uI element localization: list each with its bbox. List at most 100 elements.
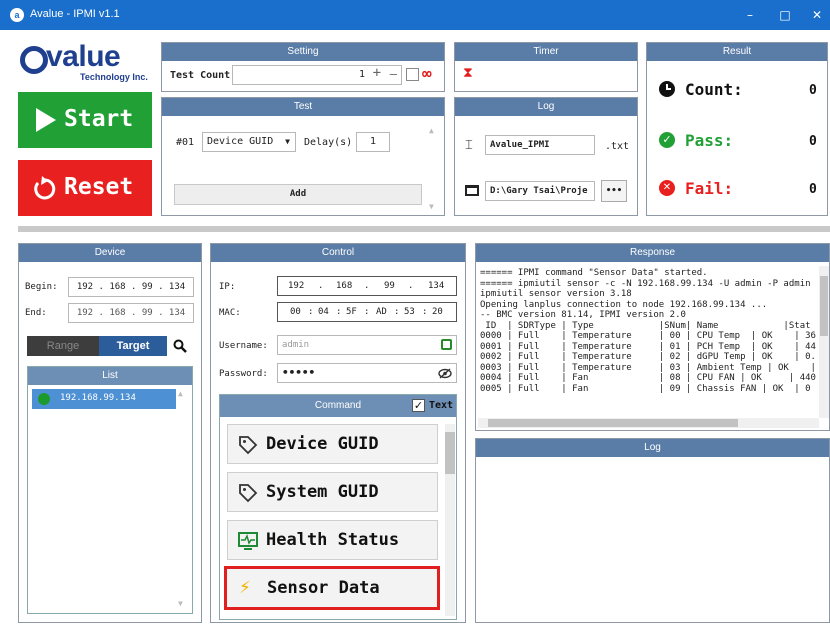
test-count-field[interactable]: 1 + — (232, 65, 402, 85)
ip-dot-3: . (408, 281, 414, 291)
ip-label: IP: (219, 282, 236, 292)
list-scroll-down[interactable]: ▼ (178, 599, 183, 608)
fail-value: 0 (809, 182, 817, 197)
test-count-label: Test Count (170, 70, 231, 81)
setting-panel: Setting Test Count 1 + — ∞ (161, 42, 445, 92)
logo-wordmark: value (46, 40, 121, 73)
reset-icon (34, 176, 56, 200)
logo-tagline: Technology Inc. (80, 72, 148, 82)
response-line: 0004 | Full | Fan | 08 | CPU FAN | OK | … (480, 373, 816, 383)
scroll-up-arrow[interactable]: ▲ (429, 126, 434, 135)
mac-sep-4: : (394, 307, 400, 317)
timer-panel: Timer ⧗ (454, 42, 638, 92)
test-command-select[interactable]: Device GUID ▼ (202, 132, 296, 152)
mac-input[interactable]: 00 : 04 : 5F : AD : 53 : 20 (277, 302, 457, 322)
password-input[interactable]: ••••• (277, 363, 457, 383)
response-line: 0003 | Full | Temperature | 03 | Ambient… (480, 362, 816, 373)
ip-dot-2: . (364, 281, 370, 291)
test-command-value: Device GUID (207, 136, 274, 147)
command-label: System GUID (266, 482, 379, 502)
start-button[interactable]: Start (18, 92, 152, 148)
eye-off-icon[interactable] (438, 368, 452, 379)
end-label: End: (25, 308, 47, 318)
avalue-logo: value Technology Inc. (20, 40, 155, 90)
status-dot-icon (38, 393, 50, 405)
response-vscroll-thumb[interactable] (820, 276, 828, 336)
control-header: Control (211, 244, 465, 262)
mac-part-4: AD (376, 307, 387, 317)
log-filename-input[interactable]: Avalue_IPMI (485, 135, 595, 155)
search-icon (173, 339, 187, 353)
password-value: ••••• (282, 366, 316, 379)
search-button[interactable] (169, 336, 191, 356)
infinity-icon: ∞ (422, 64, 432, 83)
command-device-guid[interactable]: Device GUID (227, 424, 438, 464)
play-icon (36, 108, 56, 132)
test-index: #01 (176, 137, 195, 148)
end-ip-input[interactable]: 192 . 168 . 99 . 134 (68, 303, 194, 323)
close-button[interactable]: ✕ (802, 6, 830, 24)
infinite-checkbox[interactable] (406, 68, 419, 81)
hourglass-icon: ⧗ (463, 65, 473, 81)
mac-sep-2: : (336, 307, 342, 317)
add-test-button[interactable]: Add (174, 184, 422, 205)
browse-button[interactable]: ••• (601, 180, 627, 202)
command-system-guid[interactable]: System GUID (227, 472, 438, 512)
list-scroll-up[interactable]: ▲ (178, 389, 183, 398)
ip-input[interactable]: 192 . 168 . 99 . 134 (277, 276, 457, 296)
range-tab[interactable]: Range (27, 336, 99, 356)
mac-label: MAC: (219, 308, 241, 318)
ip-dot-1: . (318, 281, 324, 291)
minimize-button[interactable]: – (735, 6, 765, 24)
ip-octet-1: 192 (288, 281, 305, 291)
command-scrollbar[interactable] (445, 424, 455, 616)
response-hscroll-thumb[interactable] (488, 419, 738, 427)
mac-part-2: 04 (318, 307, 329, 317)
begin-ip-input[interactable]: 192 . 168 . 99 . 134 (68, 277, 194, 297)
log-extension: .txt (605, 141, 630, 152)
response-line: 0002 | Full | Temperature | 02 | dGPU Te… (480, 352, 816, 362)
response-text[interactable]: ====== IPMI command "Sensor Data" starte… (480, 268, 816, 418)
clock-icon (659, 81, 675, 97)
username-input[interactable]: admin (277, 335, 457, 355)
log-panel: Log (475, 438, 830, 623)
reset-button[interactable]: Reset (18, 160, 152, 216)
text-checkbox[interactable]: ✓ (412, 399, 425, 412)
scroll-down-arrow[interactable]: ▼ (429, 202, 434, 211)
test-panel: Test #01 Device GUID ▼ Delay(s) 1 Add ▲ … (161, 97, 445, 216)
list-header: List (28, 367, 192, 385)
response-vscrollbar[interactable] (819, 266, 829, 418)
list-item[interactable]: 192.168.99.134 (32, 389, 176, 409)
mac-part-3: 5F (346, 307, 357, 317)
increment-button[interactable]: + (373, 64, 381, 82)
username-label: Username: (219, 341, 268, 351)
test-header: Test (162, 98, 444, 116)
command-health-status[interactable]: Health Status (227, 520, 438, 560)
command-label: Device GUID (266, 434, 379, 454)
maximize-button[interactable]: □ (770, 6, 800, 24)
mac-sep-1: : (308, 307, 314, 317)
pass-label: Pass: (685, 131, 734, 150)
monitor-health-icon (238, 532, 258, 550)
target-tab[interactable]: Target (99, 336, 167, 356)
delay-input[interactable]: 1 (356, 132, 390, 152)
response-hscrollbar[interactable] (478, 418, 819, 428)
decrement-button[interactable]: — (390, 65, 397, 83)
response-line: ID | SDRType | Type |SNum| Name |Stat (480, 320, 811, 331)
tag-icon (239, 436, 258, 455)
ip-octet-3: 99 (384, 281, 395, 291)
account-icon[interactable] (441, 339, 452, 350)
response-line: ====== ipmiutil sensor -c -N 192.168.99.… (480, 278, 811, 289)
logo-mark-icon (20, 46, 48, 74)
test-count-value: 1 (358, 69, 365, 80)
response-line: -- BMC version 81.14, IPMI version 2.0 (480, 310, 686, 320)
log-settings-panel: Log ⌶ Avalue_IPMI .txt D:\Gary Tsai\Proj… (454, 97, 638, 216)
command-scroll-thumb[interactable] (445, 432, 455, 474)
log-path-input[interactable]: D:\Gary Tsai\Proje (485, 181, 595, 201)
command-sensor-data[interactable]: ⚡ Sensor Data (224, 566, 440, 610)
result-panel: Result Count: 0 ✓ Pass: 0 ✕ Fail: 0 (646, 42, 828, 216)
separator (18, 226, 830, 232)
command-label: Sensor Data (267, 578, 380, 598)
log-header: Log (476, 439, 829, 457)
begin-label: Begin: (25, 282, 58, 292)
